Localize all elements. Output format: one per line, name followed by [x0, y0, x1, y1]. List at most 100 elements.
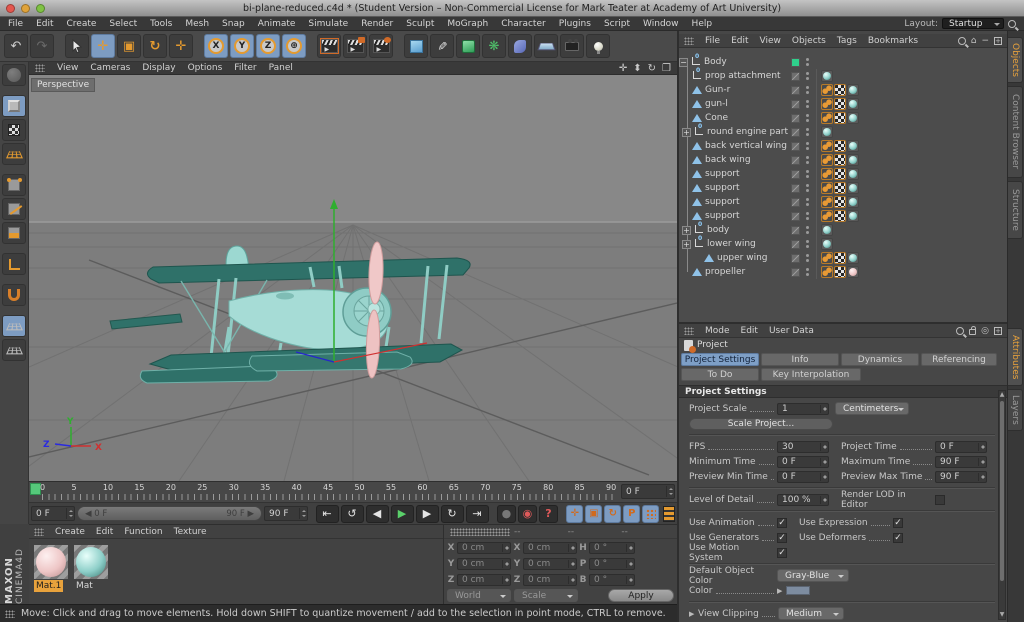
tab-attributes[interactable]: Attributes: [1008, 328, 1023, 386]
menu-animate[interactable]: Animate: [258, 19, 296, 29]
object-name[interactable]: prop attachment: [705, 71, 781, 81]
live-selection-tool[interactable]: [65, 34, 89, 58]
mat-menu-edit[interactable]: Edit: [96, 527, 113, 537]
object-name[interactable]: upper wing: [717, 253, 768, 263]
scroll-down-icon[interactable]: ▼: [999, 611, 1005, 619]
tab-layers[interactable]: Layers: [1008, 389, 1023, 431]
layer-color-swatch[interactable]: [791, 240, 800, 249]
layer-color-swatch[interactable]: [791, 100, 800, 109]
om-menu-edit[interactable]: Edit: [731, 36, 748, 46]
previous-frame-button[interactable]: ◀: [366, 505, 389, 523]
menu-mograph[interactable]: MoGraph: [447, 19, 488, 29]
stepper-icon[interactable]: [568, 544, 575, 552]
tab-key-interpolation[interactable]: Key Interpolation: [761, 368, 861, 381]
menu-help[interactable]: Help: [692, 19, 713, 29]
tab-to-do[interactable]: To Do: [681, 368, 759, 381]
uvw-tag-icon[interactable]: [834, 196, 846, 208]
visibility-dots-icon[interactable]: [806, 226, 809, 229]
key-rotation-toggle[interactable]: ↻: [604, 505, 621, 523]
last-used-tool[interactable]: ✛: [169, 34, 193, 58]
scroll-up-icon[interactable]: ▲: [999, 391, 1005, 399]
om-menu-file[interactable]: File: [705, 36, 720, 46]
attribute-scrollbar[interactable]: ▲ ▼: [998, 390, 1006, 620]
polygons-mode-button[interactable]: [2, 222, 26, 244]
stepper-icon[interactable]: [299, 508, 306, 519]
viewport-toggle-icon[interactable]: ❐: [662, 63, 671, 74]
object-row-round-engine-part[interactable]: + round engine part: [679, 125, 1007, 139]
stepper-icon[interactable]: [626, 576, 633, 584]
material-mat1[interactable]: Mat.1: [34, 545, 68, 592]
object-row-back-wing[interactable]: back wing: [679, 153, 1007, 167]
stepper-icon[interactable]: [820, 473, 827, 481]
material-tag-icon[interactable]: [847, 210, 859, 222]
viewport-menu-filter[interactable]: Filter: [234, 63, 256, 73]
add-mograph-button[interactable]: ❋: [482, 34, 506, 58]
record-button[interactable]: ●: [497, 505, 516, 523]
uvw-tag-icon[interactable]: [834, 210, 846, 222]
key-scale-toggle[interactable]: ▣: [585, 505, 602, 523]
use-motion-system-checkbox[interactable]: ✓: [777, 548, 787, 558]
material-tag-icon[interactable]: [821, 70, 833, 82]
preview-min-input[interactable]: 0 F: [777, 471, 829, 483]
level-of-detail-input[interactable]: 100 %: [777, 494, 829, 506]
viewport-pan-icon[interactable]: ✛: [619, 63, 627, 74]
viewport-menu-options[interactable]: Options: [188, 63, 223, 73]
menu-tools[interactable]: Tools: [150, 19, 172, 29]
visibility-dots-icon[interactable]: [806, 58, 809, 61]
visibility-dots-icon[interactable]: [806, 212, 809, 215]
menu-mesh[interactable]: Mesh: [185, 19, 209, 29]
panel-drag-handle[interactable]: [450, 528, 510, 536]
menu-script[interactable]: Script: [604, 19, 630, 29]
goto-start-button[interactable]: ⇤: [316, 505, 339, 523]
material-tag-icon[interactable]: [847, 98, 859, 110]
menu-sculpt[interactable]: Sculpt: [406, 19, 434, 29]
mat-menu-texture[interactable]: Texture: [174, 527, 207, 537]
viewport-menu-cameras[interactable]: Cameras: [90, 63, 130, 73]
om-menu-view[interactable]: View: [760, 36, 781, 46]
render-lod-checkbox[interactable]: [935, 495, 945, 505]
tab-objects[interactable]: Objects: [1008, 37, 1023, 83]
material-tag-icon[interactable]: [847, 84, 859, 96]
stepper-icon[interactable]: [978, 443, 985, 451]
phong-tag-icon[interactable]: [821, 266, 833, 278]
object-name[interactable]: body: [707, 225, 729, 235]
uvw-tag-icon[interactable]: [834, 154, 846, 166]
phong-tag-icon[interactable]: [821, 112, 833, 124]
object-name[interactable]: Cone: [705, 113, 728, 123]
uvw-tag-icon[interactable]: [834, 112, 846, 124]
scrollbar-thumb[interactable]: [1000, 401, 1004, 581]
object-name[interactable]: lower wing: [707, 239, 756, 249]
rotate-tool[interactable]: ↻: [143, 34, 167, 58]
lock-y-axis-button[interactable]: Y: [230, 34, 254, 58]
workplane-mode-button[interactable]: [2, 143, 26, 165]
project-scale-unit-dropdown[interactable]: Centimeters: [835, 402, 909, 415]
lock-workplane-button[interactable]: [2, 315, 26, 337]
color-swatch[interactable]: [786, 586, 810, 595]
layer-color-swatch[interactable]: [791, 114, 800, 123]
visibility-dots-icon[interactable]: [806, 100, 809, 103]
menu-plugins[interactable]: Plugins: [559, 19, 591, 29]
object-row-support-1[interactable]: support: [679, 167, 1007, 181]
layer-color-swatch[interactable]: [791, 254, 800, 263]
uvw-tag-icon[interactable]: [834, 98, 846, 110]
camera-label[interactable]: Perspective: [31, 78, 95, 92]
material-tag-icon[interactable]: [821, 126, 833, 138]
key-pla-toggle[interactable]: [642, 505, 659, 523]
material-name[interactable]: Mat: [74, 580, 95, 592]
object-name[interactable]: support: [705, 197, 740, 207]
object-row-propeller[interactable]: propeller: [679, 265, 1007, 279]
add-light-button[interactable]: [586, 34, 610, 58]
material-tag-icon[interactable]: [821, 238, 833, 250]
menu-file[interactable]: File: [8, 19, 23, 29]
stepper-icon[interactable]: [820, 405, 827, 413]
add-environment-button[interactable]: [534, 34, 558, 58]
viewport-orbit-icon[interactable]: ↻: [648, 63, 656, 74]
layer-color-swatch[interactable]: [791, 212, 800, 221]
viewport-menu-display[interactable]: Display: [142, 63, 175, 73]
visibility-dots-icon[interactable]: [806, 156, 809, 159]
tab-content-browser[interactable]: Content Browser: [1008, 86, 1023, 178]
stepper-icon[interactable]: [978, 473, 985, 481]
uvw-tag-icon[interactable]: [834, 266, 846, 278]
panel-drag-handle[interactable]: [684, 37, 694, 45]
uvw-tag-icon[interactable]: [834, 84, 846, 96]
